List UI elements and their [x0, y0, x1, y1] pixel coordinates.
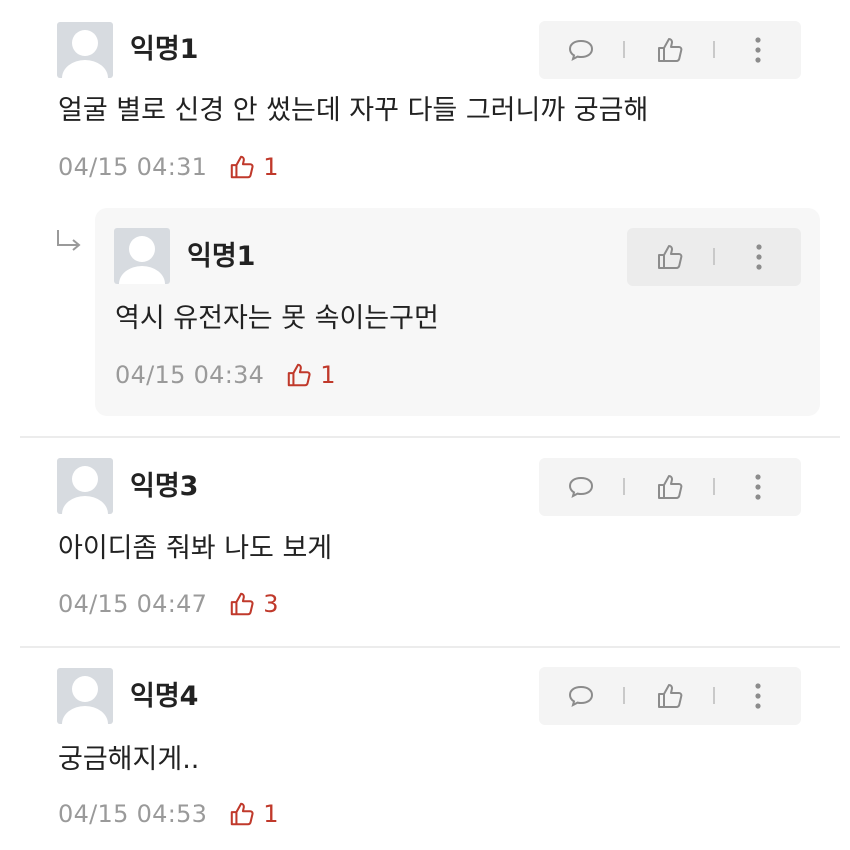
thumbs-up-icon — [658, 245, 683, 269]
more-button[interactable] — [745, 228, 773, 286]
like-button[interactable] — [652, 667, 688, 725]
comment-item: 익명4 궁금해지게.. 04/15 04:53 1 — [0, 648, 850, 850]
comment-text: 얼굴 별로 신경 안 썼는데 자꾸 다들 그러니까 궁금해 — [58, 95, 649, 126]
speech-bubble-icon — [568, 685, 594, 707]
more-vertical-icon — [755, 683, 761, 709]
like-button[interactable] — [652, 21, 688, 79]
more-button[interactable] — [744, 21, 772, 79]
thumbs-up-icon — [231, 802, 254, 826]
comment-meta: 04/15 04:31 1 — [58, 151, 279, 183]
reply-button[interactable] — [563, 667, 599, 725]
comment-actions — [539, 667, 801, 725]
avatar[interactable] — [57, 458, 113, 514]
avatar[interactable] — [57, 668, 113, 724]
like-count: 1 — [229, 153, 279, 181]
comment-text: 역시 유전자는 못 속이는구먼 — [115, 303, 439, 334]
comment-list: 익명1 얼굴 별로 신경 안 썼는데 자꾸 다들 그러니까 궁금해 04/15 … — [0, 0, 850, 850]
like-count: 1 — [229, 800, 279, 828]
comment-text: 아이디좀 줘봐 나도 보게 — [58, 533, 333, 564]
action-separator — [623, 478, 625, 495]
comment-meta: 04/15 04:53 1 — [58, 798, 279, 830]
reply-arrow-icon — [57, 230, 81, 251]
action-separator — [713, 687, 715, 704]
comment-time: 04/15 04:34 — [115, 361, 265, 389]
thumbs-up-icon — [658, 475, 683, 499]
comment-meta: 04/15 04:34 1 — [115, 359, 336, 391]
speech-bubble-icon — [568, 476, 594, 498]
more-button[interactable] — [744, 458, 772, 516]
like-count: 1 — [286, 361, 336, 389]
avatar[interactable] — [57, 22, 113, 78]
action-separator — [623, 687, 625, 704]
thumbs-up-icon — [288, 363, 311, 387]
comment-time: 04/15 04:47 — [58, 590, 208, 618]
author-name: 익명3 — [130, 471, 199, 502]
more-button[interactable] — [744, 667, 772, 725]
action-separator — [713, 248, 715, 265]
author-name: 익명1 — [130, 34, 199, 65]
action-separator — [713, 41, 715, 58]
author-name: 익명4 — [130, 681, 199, 712]
comment-item: 익명1 얼굴 별로 신경 안 썼는데 자꾸 다들 그러니까 궁금해 04/15 … — [0, 0, 850, 200]
reply-item: 익명1 역시 유전자는 못 속이는구먼 04/15 04:34 1 — [95, 208, 820, 416]
more-vertical-icon — [755, 474, 761, 500]
comment-time: 04/15 04:53 — [58, 800, 208, 828]
avatar[interactable] — [114, 228, 170, 284]
action-separator — [713, 478, 715, 495]
comment-text: 궁금해지게.. — [58, 744, 200, 775]
more-vertical-icon — [756, 244, 762, 270]
like-count-value: 1 — [263, 153, 279, 181]
action-separator — [623, 41, 625, 58]
comment-actions — [539, 458, 801, 516]
comment-actions — [539, 21, 801, 79]
author-name: 익명1 — [187, 241, 256, 272]
like-count-value: 1 — [320, 361, 336, 389]
comment-time: 04/15 04:31 — [58, 153, 208, 181]
comment-item: 익명3 아이디좀 줘봐 나도 보게 04/15 04:47 3 — [0, 438, 850, 648]
speech-bubble-icon — [568, 39, 594, 61]
more-vertical-icon — [755, 37, 761, 63]
thumbs-up-icon — [658, 38, 683, 62]
like-count: 3 — [229, 590, 279, 618]
reply-button[interactable] — [563, 458, 599, 516]
thumbs-up-icon — [658, 684, 683, 708]
thumbs-up-icon — [231, 592, 254, 616]
comment-meta: 04/15 04:47 3 — [58, 588, 279, 620]
thumbs-up-icon — [231, 155, 254, 179]
like-count-value: 1 — [263, 800, 279, 828]
like-button[interactable] — [652, 228, 688, 286]
like-count-value: 3 — [263, 590, 279, 618]
comment-actions — [627, 228, 801, 286]
reply-button[interactable] — [563, 21, 599, 79]
like-button[interactable] — [652, 458, 688, 516]
